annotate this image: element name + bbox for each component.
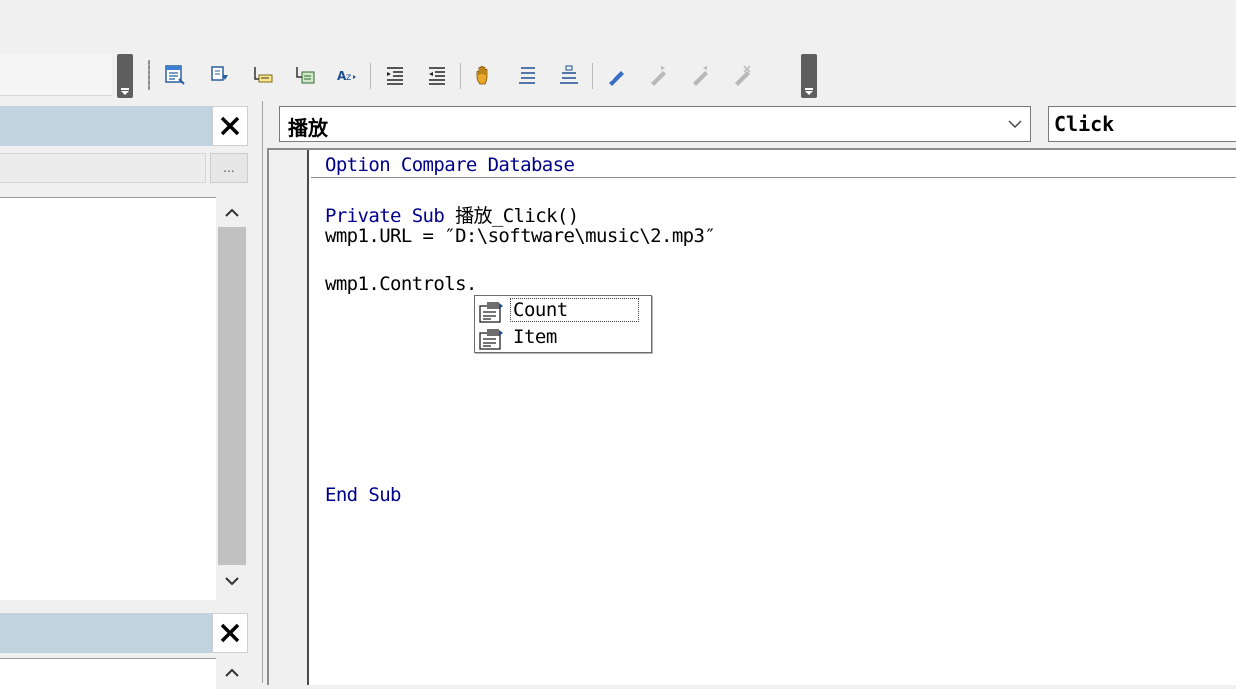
procedure-combo[interactable]: Click: [1048, 106, 1236, 142]
clear-bookmarks-icon[interactable]: [730, 60, 756, 90]
outdent-icon[interactable]: [424, 60, 450, 90]
toggle-breakpoint-icon[interactable]: [472, 60, 498, 90]
object-browser-icon[interactable]: [207, 60, 233, 90]
code-line: End Sub: [325, 484, 401, 506]
project-scrollbar[interactable]: [216, 197, 248, 601]
method-icon: [479, 302, 503, 323]
code-editor[interactable]: Option Compare Database Private Sub 播放_C…: [267, 148, 1236, 685]
toolbar-separator: [370, 63, 371, 89]
toolbar-separator: [592, 63, 593, 89]
object-combo-value: 播放: [288, 116, 328, 140]
quick-info-icon[interactable]: Az: [334, 60, 360, 90]
code-line: Private Sub 播放_Click(): [325, 201, 579, 228]
object-combo[interactable]: 播放: [279, 106, 1031, 142]
toolbar-separator: [460, 63, 461, 89]
autocomplete-item[interactable]: Count: [475, 298, 651, 325]
toolbar-overflow-button[interactable]: [117, 54, 133, 98]
toolbar: Az: [0, 0, 1236, 101]
method-icon: [479, 329, 503, 350]
autocomplete-list[interactable]: Count Item: [474, 295, 652, 353]
chevron-down-icon[interactable]: [223, 572, 241, 590]
code-line: wmp1.Controls.: [325, 273, 477, 295]
toggle-bookmark-icon[interactable]: [604, 60, 630, 90]
close-icon[interactable]: [212, 613, 248, 653]
code-window: 播放 Click Option Compare Database Private…: [262, 101, 1236, 685]
code-text: 播放_Click(): [444, 205, 579, 227]
properties-scrollbar[interactable]: [216, 658, 248, 688]
margin-indicator-bar[interactable]: [269, 150, 309, 685]
code-line: wmp1.URL = ″D:\software\music\2.mp3″: [325, 225, 716, 247]
chevron-down-icon[interactable]: [1008, 117, 1022, 131]
list-properties-icon[interactable]: [250, 60, 276, 90]
previous-bookmark-icon[interactable]: [688, 60, 714, 90]
indent-icon[interactable]: [382, 60, 408, 90]
chevron-up-icon[interactable]: [223, 664, 241, 682]
list-constants-icon[interactable]: [292, 60, 318, 90]
autocomplete-item-label: Item: [513, 326, 557, 348]
properties-pane-title-bar[interactable]: [0, 613, 212, 653]
autocomplete-item-label: Count: [510, 298, 639, 322]
code-line: Option Compare Database: [325, 154, 575, 176]
properties-icon[interactable]: [162, 60, 188, 90]
code-keyword: Private Sub: [325, 205, 445, 227]
autocomplete-item[interactable]: Item: [475, 325, 651, 352]
comment-block-icon[interactable]: [514, 60, 540, 90]
uncomment-block-icon[interactable]: [556, 60, 582, 90]
properties-list[interactable]: [0, 658, 216, 689]
project-pane-title-bar[interactable]: [0, 106, 212, 146]
scrollbar-thumb[interactable]: [218, 227, 246, 565]
toolbar-combo-field[interactable]: [0, 54, 112, 96]
toolbar-overflow-button[interactable]: [801, 54, 817, 98]
svg-text:z: z: [346, 72, 351, 83]
ellipsis-button[interactable]: ...: [210, 153, 248, 183]
procedure-separator: [311, 177, 1236, 178]
toolbar-grip[interactable]: [148, 60, 150, 90]
chevron-up-icon[interactable]: [223, 204, 241, 222]
next-bookmark-icon[interactable]: [646, 60, 672, 90]
project-explorer-pane: ...: [0, 101, 253, 689]
project-tree[interactable]: [0, 197, 216, 600]
close-icon[interactable]: [212, 106, 248, 146]
filter-input[interactable]: [0, 153, 206, 183]
procedure-combo-value: Click: [1054, 112, 1115, 136]
